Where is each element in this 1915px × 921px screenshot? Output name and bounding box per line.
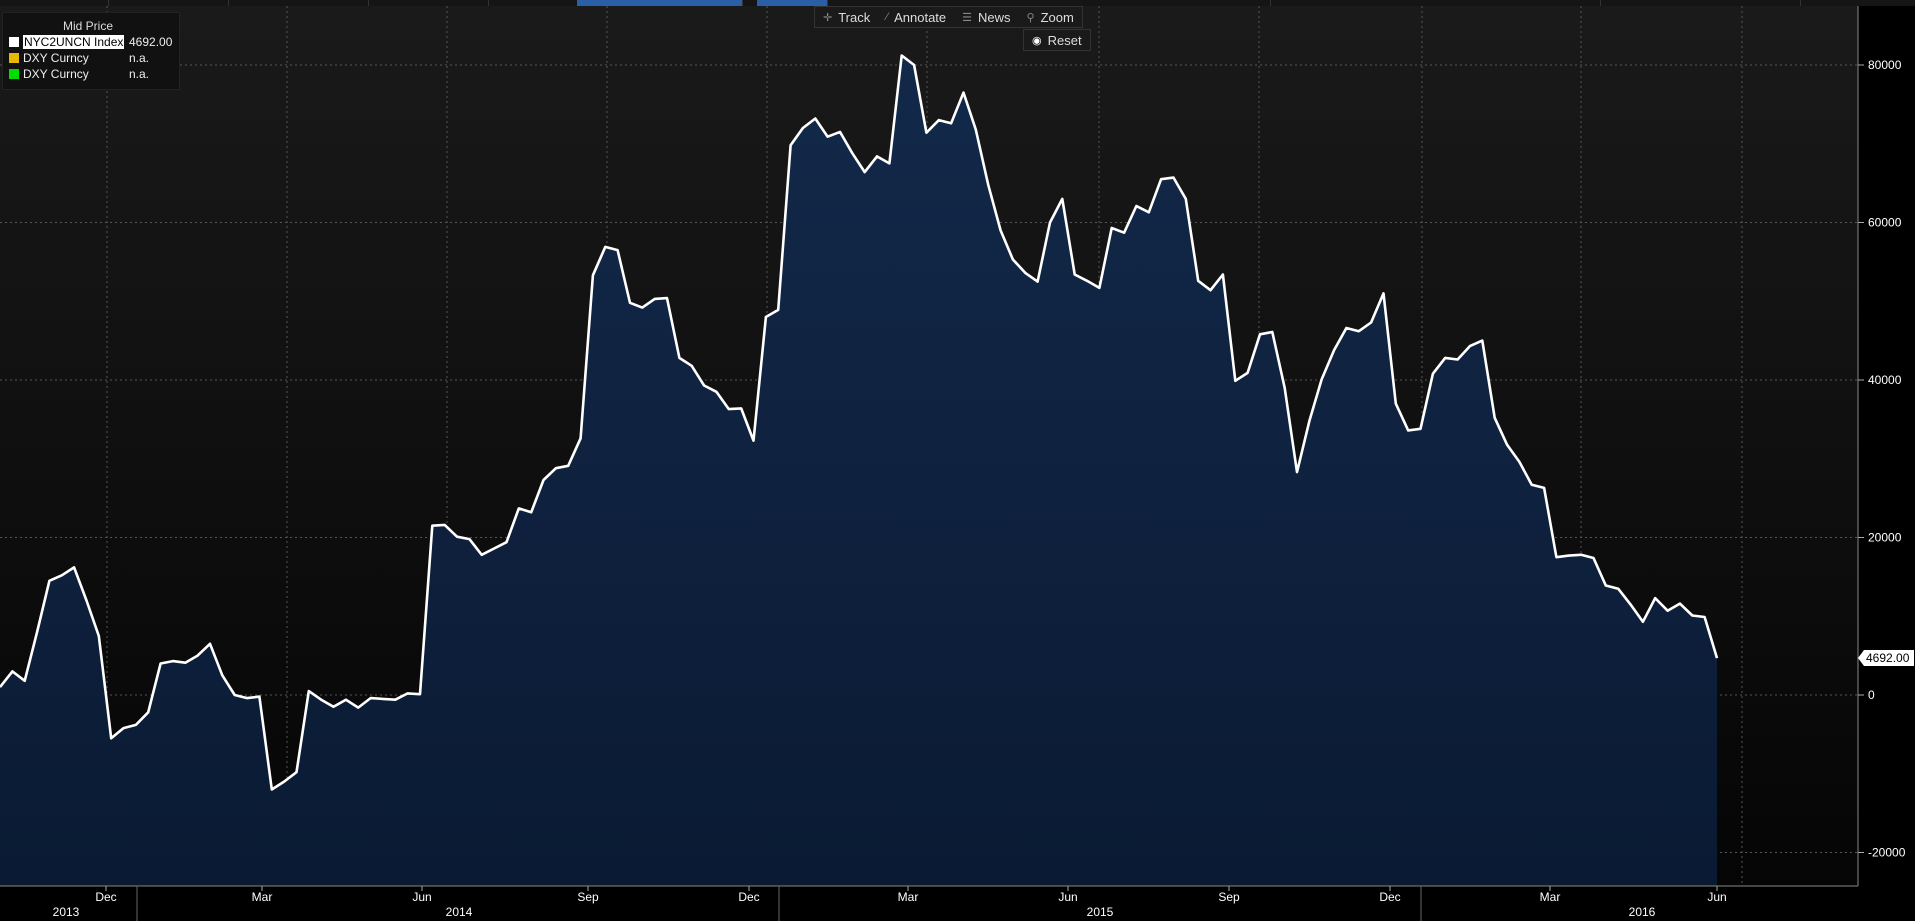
radio-icon: ◉	[1032, 34, 1042, 47]
x-tick-label: Sep	[577, 890, 599, 904]
y-tick-label: 20000	[1868, 531, 1902, 545]
news-icon: ☰	[962, 11, 973, 24]
x-tick-label: Mar	[1540, 890, 1561, 904]
legend-item-name: DXY Curncy	[23, 67, 89, 81]
legend-swatch	[9, 69, 19, 79]
track-button[interactable]: ✛ Track	[815, 7, 878, 27]
news-button[interactable]: ☰ News	[954, 7, 1018, 27]
y-tick-label: 40000	[1868, 373, 1902, 387]
legend-item[interactable]: DXY Curncy n.a.	[9, 67, 149, 81]
x-tick-label: Jun	[1058, 890, 1077, 904]
legend-header: Mid Price	[63, 19, 114, 33]
reset-button[interactable]: ◉ Reset	[1024, 30, 1090, 50]
zoom-button[interactable]: ⚲ Zoom	[1019, 7, 1082, 27]
x-tick-label: Mar	[898, 890, 919, 904]
y-tick-label: -20000	[1868, 846, 1906, 860]
x-tick-label: Jun	[412, 890, 431, 904]
x-tick-label: Sep	[1218, 890, 1240, 904]
svg-text:4692.00: 4692.00	[1866, 651, 1910, 665]
legend-item-name: NYC2UNCN Index	[23, 35, 125, 49]
x-tick-label: Dec	[95, 890, 116, 904]
x-year-label: 2013	[53, 905, 80, 919]
legend-item-value: n.a.	[129, 51, 150, 65]
x-tick-label: Mar	[252, 890, 273, 904]
x-tick-label: Jun	[1707, 890, 1726, 904]
x-tick-label: Dec	[1379, 890, 1400, 904]
last-value-tag: 4692.00	[1858, 650, 1914, 667]
x-tick-label: Dec	[738, 890, 759, 904]
legend-item[interactable]: DXY Curncy n.a.	[9, 51, 149, 65]
x-year-label: 2014	[446, 905, 473, 919]
x-year-label: 2015	[1087, 905, 1114, 919]
chart-area[interactable]: -20000 0 20000 40000 60000 80000 Dec Mar Jun Sep…	[0, 0, 1915, 921]
y-tick-label: 80000	[1868, 58, 1902, 72]
y-tick-label: 0	[1868, 688, 1875, 702]
y-tick-label: 60000	[1868, 216, 1902, 230]
crosshair-icon: ✛	[823, 11, 833, 24]
legend-item-value: n.a.	[129, 67, 150, 81]
legend-item[interactable]: NYC2UNCN Index 4692.00	[9, 35, 172, 49]
x-year-label: 2016	[1629, 905, 1656, 919]
annotate-button[interactable]: ⁄ Annotate	[878, 7, 954, 27]
chart-toolbar: ✛ Track ⁄ Annotate ☰ News ⚲ Zoom	[814, 6, 1083, 28]
pencil-icon: ⁄	[886, 11, 889, 23]
legend: Mid Price NYC2UNCN Index 4692.00 DXY Cur…	[2, 12, 180, 90]
legend-swatch	[9, 37, 19, 47]
legend-item-value: 4692.00	[129, 35, 173, 49]
legend-item-name: DXY Curncy	[23, 51, 89, 65]
magnifier-icon: ⚲	[1026, 11, 1035, 24]
legend-swatch	[9, 53, 19, 63]
reset-toolbar: ◉ Reset	[1023, 29, 1091, 51]
